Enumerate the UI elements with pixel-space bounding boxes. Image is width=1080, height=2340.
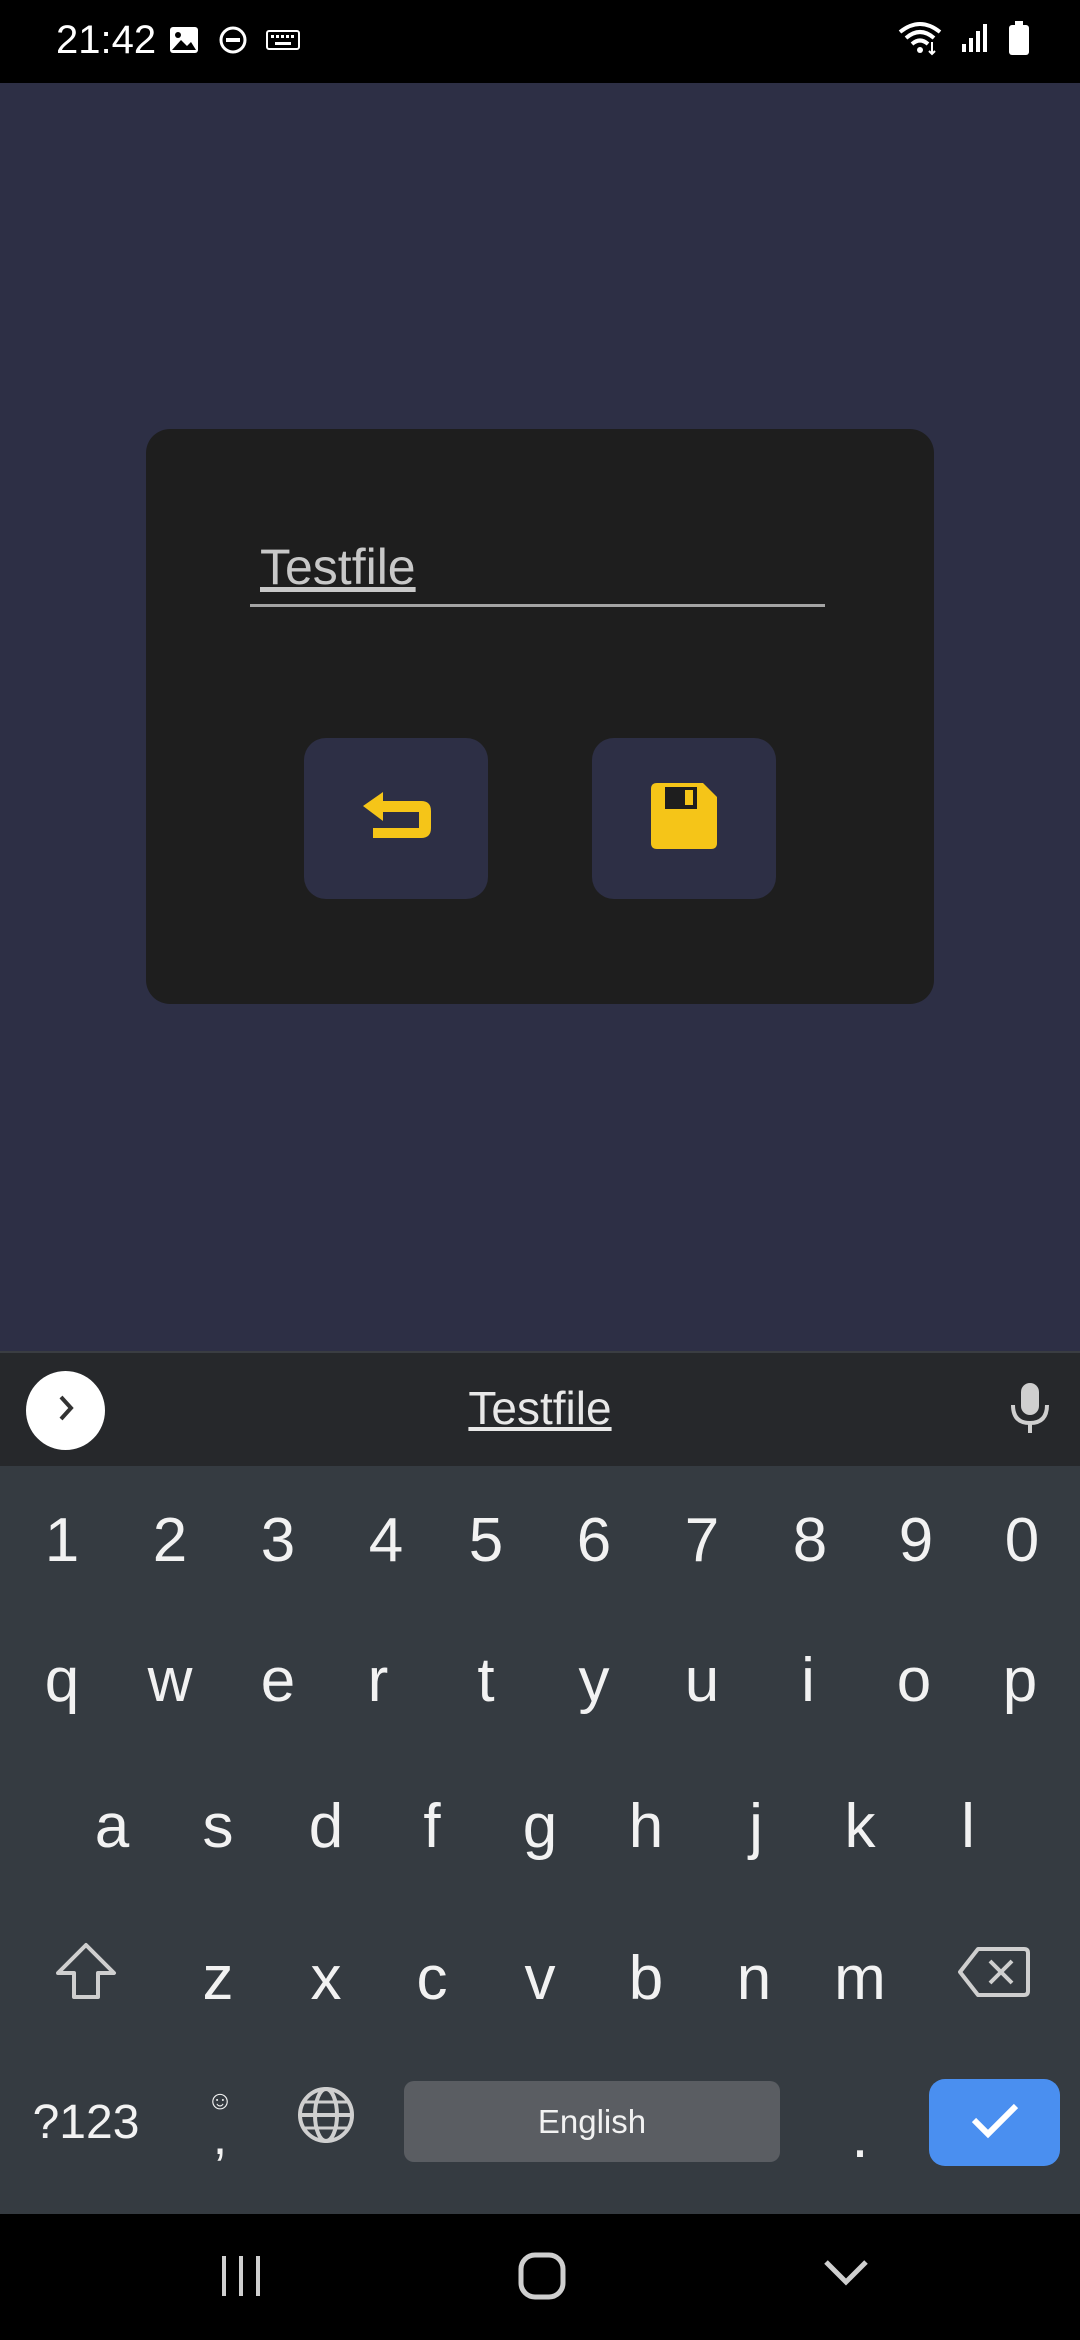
recents-icon[interactable] bbox=[218, 2254, 264, 2303]
key-v[interactable]: v bbox=[486, 1918, 594, 2038]
key-w[interactable]: w bbox=[116, 1620, 224, 1740]
key-y[interactable]: y bbox=[540, 1620, 648, 1740]
comma-label: , bbox=[212, 2108, 228, 2166]
key-j[interactable]: j bbox=[702, 1766, 810, 1886]
undo-return-icon bbox=[359, 790, 433, 847]
language-key[interactable] bbox=[276, 2062, 376, 2182]
key-s[interactable]: s bbox=[164, 1766, 272, 1886]
key-5[interactable]: 5 bbox=[432, 1480, 540, 1600]
key-m[interactable]: m bbox=[806, 1918, 914, 2038]
key-p[interactable]: p bbox=[966, 1620, 1074, 1740]
key-9[interactable]: 9 bbox=[862, 1480, 970, 1600]
key-q[interactable]: q bbox=[8, 1620, 116, 1740]
back-icon[interactable] bbox=[822, 2258, 870, 2293]
status-time: 21:42 bbox=[56, 18, 157, 62]
key-o[interactable]: o bbox=[860, 1620, 968, 1740]
dnd-icon bbox=[218, 25, 248, 60]
key-1[interactable]: 1 bbox=[8, 1480, 116, 1600]
image-icon bbox=[168, 24, 200, 61]
key-e[interactable]: e bbox=[224, 1620, 332, 1740]
backspace-key[interactable] bbox=[930, 1918, 1058, 2038]
key-8[interactable]: 8 bbox=[756, 1480, 864, 1600]
key-i[interactable]: i bbox=[754, 1620, 862, 1740]
signal-icon bbox=[960, 22, 990, 59]
navigation-bar bbox=[0, 2214, 1080, 2340]
key-b[interactable]: b bbox=[592, 1918, 700, 2038]
shift-icon bbox=[54, 1941, 118, 2016]
key-r[interactable]: r bbox=[324, 1620, 432, 1740]
comma-key[interactable]: ☺ , bbox=[170, 2062, 270, 2182]
key-2[interactable]: 2 bbox=[116, 1480, 224, 1600]
key-7[interactable]: 7 bbox=[648, 1480, 756, 1600]
key-c[interactable]: c bbox=[378, 1918, 486, 2038]
suggestion-word[interactable]: Testfile bbox=[0, 1381, 1080, 1435]
key-d[interactable]: d bbox=[272, 1766, 380, 1886]
status-bar: 21:42 bbox=[0, 0, 1080, 83]
space-bar[interactable]: English bbox=[404, 2081, 780, 2162]
key-l[interactable]: l bbox=[914, 1766, 1022, 1886]
wifi-icon bbox=[898, 20, 942, 61]
period-key[interactable]: . bbox=[810, 2062, 910, 2182]
filename-input[interactable] bbox=[250, 529, 825, 607]
globe-icon bbox=[297, 2086, 355, 2159]
key-n[interactable]: n bbox=[700, 1918, 808, 2038]
backspace-icon bbox=[958, 1943, 1030, 2014]
key-x[interactable]: x bbox=[272, 1918, 380, 2038]
key-z[interactable]: z bbox=[164, 1918, 272, 2038]
save-dialog bbox=[146, 429, 934, 1004]
key-f[interactable]: f bbox=[378, 1766, 486, 1886]
home-icon[interactable] bbox=[518, 2252, 566, 2305]
key-0[interactable]: 0 bbox=[968, 1480, 1076, 1600]
keyboard-suggestion-bar: Testfile bbox=[0, 1351, 1080, 1468]
key-g[interactable]: g bbox=[486, 1766, 594, 1886]
battery-icon bbox=[1008, 20, 1030, 61]
back-button[interactable] bbox=[304, 738, 488, 899]
key-4[interactable]: 4 bbox=[332, 1480, 440, 1600]
key-6[interactable]: 6 bbox=[540, 1480, 648, 1600]
keyboard-icon bbox=[266, 29, 300, 56]
shift-key[interactable] bbox=[26, 1918, 146, 2038]
key-h[interactable]: h bbox=[592, 1766, 700, 1886]
key-k[interactable]: k bbox=[806, 1766, 914, 1886]
checkmark-icon bbox=[970, 2100, 1020, 2145]
save-floppy-icon bbox=[651, 783, 717, 854]
key-a[interactable]: a bbox=[58, 1766, 166, 1886]
key-t[interactable]: t bbox=[432, 1620, 540, 1740]
symbols-key[interactable]: ?123 bbox=[18, 2062, 154, 2182]
key-u[interactable]: u bbox=[648, 1620, 756, 1740]
microphone-icon[interactable] bbox=[1008, 1381, 1052, 1442]
save-button[interactable] bbox=[592, 738, 776, 899]
done-key[interactable] bbox=[929, 2079, 1060, 2166]
key-3[interactable]: 3 bbox=[224, 1480, 332, 1600]
